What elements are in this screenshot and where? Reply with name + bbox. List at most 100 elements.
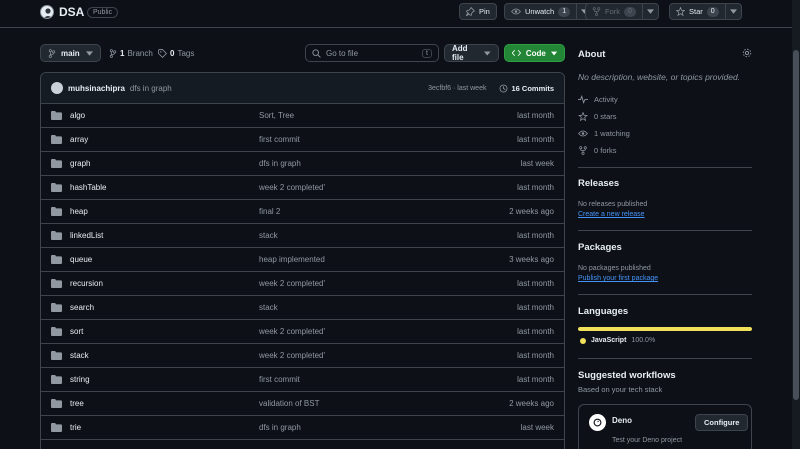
- file-commit-message[interactable]: week 2 completed': [259, 327, 464, 336]
- publish-package-link[interactable]: Publish your first package: [578, 275, 658, 282]
- workflow-name: Deno: [612, 416, 632, 425]
- packages-title[interactable]: Packages: [578, 242, 622, 253]
- add-file-button[interactable]: Add file: [444, 44, 499, 62]
- file-commit-message[interactable]: stack: [259, 303, 464, 312]
- file-row[interactable]: tree validation of BST 2 weeks ago: [41, 392, 564, 416]
- file-commit-message[interactable]: heap implemented: [259, 255, 464, 264]
- file-commit-message[interactable]: week 2 completed': [259, 351, 464, 360]
- file-name[interactable]: sort: [70, 327, 83, 336]
- unwatch-button[interactable]: Unwatch 1: [504, 3, 594, 20]
- goto-file-placeholder: Go to file: [326, 48, 359, 58]
- fork-button[interactable]: Fork 0: [585, 3, 659, 20]
- fork-dropdown[interactable]: [643, 4, 658, 19]
- file-age: 2 weeks ago: [509, 399, 554, 408]
- file-name-cell: recursion: [51, 279, 259, 288]
- file-name[interactable]: recursion: [70, 279, 103, 288]
- sidebar-divider: [578, 230, 752, 231]
- star-dropdown[interactable]: [726, 4, 741, 19]
- file-row[interactable]: stack week 2 completed' last month: [41, 344, 564, 368]
- file-name[interactable]: search: [70, 303, 94, 312]
- commit-author[interactable]: muhsinachipra: [68, 84, 125, 93]
- create-release-link[interactable]: Create a new release: [578, 211, 645, 218]
- language-bar-javascript: [578, 327, 752, 331]
- file-row[interactable]: search stack last month: [41, 296, 564, 320]
- file-row[interactable]: array first commit last month: [41, 128, 564, 152]
- file-name[interactable]: hashTable: [70, 183, 106, 192]
- language-color-dot: [580, 337, 586, 344]
- star-count: 0: [706, 6, 719, 17]
- file-commit-message[interactable]: final 2: [259, 207, 464, 216]
- file-name[interactable]: trie: [70, 423, 81, 432]
- file-age: last month: [517, 279, 554, 288]
- file-row[interactable]: queue heap implemented 3 weeks ago: [41, 248, 564, 272]
- file-row[interactable]: trie dfs in graph last week: [41, 416, 564, 440]
- branch-selector[interactable]: main: [40, 44, 101, 62]
- fork-icon: [592, 7, 601, 16]
- configure-button[interactable]: Configure: [695, 414, 749, 431]
- tags-label: Tags: [177, 49, 195, 58]
- owner-avatar[interactable]: [40, 5, 54, 19]
- code-button[interactable]: Code: [504, 44, 565, 62]
- file-name[interactable]: heap: [70, 207, 88, 216]
- tags-link[interactable]: 0 Tags: [158, 49, 194, 58]
- file-commit-message[interactable]: week 2 completed': [259, 183, 464, 192]
- commit-message[interactable]: dfs in graph: [130, 84, 172, 93]
- forks-link[interactable]: 0 forks: [578, 146, 617, 155]
- file-name[interactable]: algo: [70, 111, 85, 120]
- file-row[interactable]: recursion week 2 completed' last month: [41, 272, 564, 296]
- file-name[interactable]: stack: [70, 351, 89, 360]
- file-row[interactable]: string first commit last month: [41, 368, 564, 392]
- goto-file-input[interactable]: Go to file t: [305, 44, 439, 62]
- file-row[interactable]: graph dfs in graph last week: [41, 152, 564, 176]
- file-name[interactable]: array: [70, 135, 88, 144]
- language-item-javascript[interactable]: JavaScript 100.0%: [580, 337, 655, 344]
- visibility-badge: Public: [87, 7, 119, 18]
- file-age: last month: [517, 327, 554, 336]
- commit-hash-time[interactable]: 3ecfbf6 · last week: [428, 85, 486, 92]
- file-commit-message[interactable]: dfs in graph: [259, 159, 464, 168]
- file-name[interactable]: queue: [70, 255, 92, 264]
- file-commit-message[interactable]: stack: [259, 231, 464, 240]
- branches-link[interactable]: 1 Branch: [109, 49, 153, 58]
- file-commit-message[interactable]: week 2 completed': [259, 279, 464, 288]
- commits-link[interactable]: 16 Commits: [499, 84, 554, 93]
- file-name-cell: trie: [51, 423, 259, 432]
- file-commit-message[interactable]: first commit: [259, 375, 464, 384]
- file-row[interactable]: hashTable week 2 completed' last month: [41, 176, 564, 200]
- file-name-cell: linkedList: [51, 231, 259, 240]
- file-row[interactable]: algo Sort, Tree last month: [41, 104, 564, 128]
- file-name[interactable]: linkedList: [70, 231, 103, 240]
- commits-count: 16 Commits: [511, 83, 554, 93]
- folder-icon: [51, 255, 62, 264]
- watching-link[interactable]: 1 watching: [578, 129, 630, 138]
- folder-icon: [51, 111, 62, 120]
- file-name-cell: sort: [51, 327, 259, 336]
- file-name-cell: queue: [51, 255, 259, 264]
- file-name[interactable]: graph: [70, 159, 90, 168]
- file-name-cell: search: [51, 303, 259, 312]
- file-row[interactable]: linkedList stack last month: [41, 224, 564, 248]
- file-name-cell: graph: [51, 159, 259, 168]
- header-divider: [0, 27, 792, 28]
- scrollbar-thumb[interactable]: [793, 50, 799, 400]
- file-commit-message[interactable]: dfs in graph: [259, 423, 464, 432]
- stars-link[interactable]: 0 stars: [578, 112, 617, 121]
- pin-button[interactable]: Pin: [459, 3, 497, 20]
- file-commit-message[interactable]: Sort, Tree: [259, 111, 464, 120]
- workflow-card-deno: Deno Configure Test your Deno project: [578, 404, 752, 449]
- file-commit-message[interactable]: validation of BST: [259, 399, 464, 408]
- file-name[interactable]: string: [70, 375, 90, 384]
- file-row[interactable]: heap final 2 2 weeks ago: [41, 200, 564, 224]
- activity-link[interactable]: Activity: [578, 95, 618, 104]
- commit-author-avatar[interactable]: [51, 82, 63, 94]
- gear-icon[interactable]: [742, 48, 752, 58]
- file-commit-message[interactable]: first commit: [259, 135, 464, 144]
- branches-count: 1: [120, 49, 125, 58]
- file-name[interactable]: tree: [70, 399, 84, 408]
- repo-name[interactable]: DSA: [59, 5, 84, 19]
- star-icon: [578, 112, 588, 121]
- star-button[interactable]: Star 0: [669, 3, 742, 20]
- releases-title[interactable]: Releases: [578, 178, 619, 189]
- language-percent: 100.0%: [631, 337, 656, 344]
- file-row[interactable]: sort week 2 completed' last month: [41, 320, 564, 344]
